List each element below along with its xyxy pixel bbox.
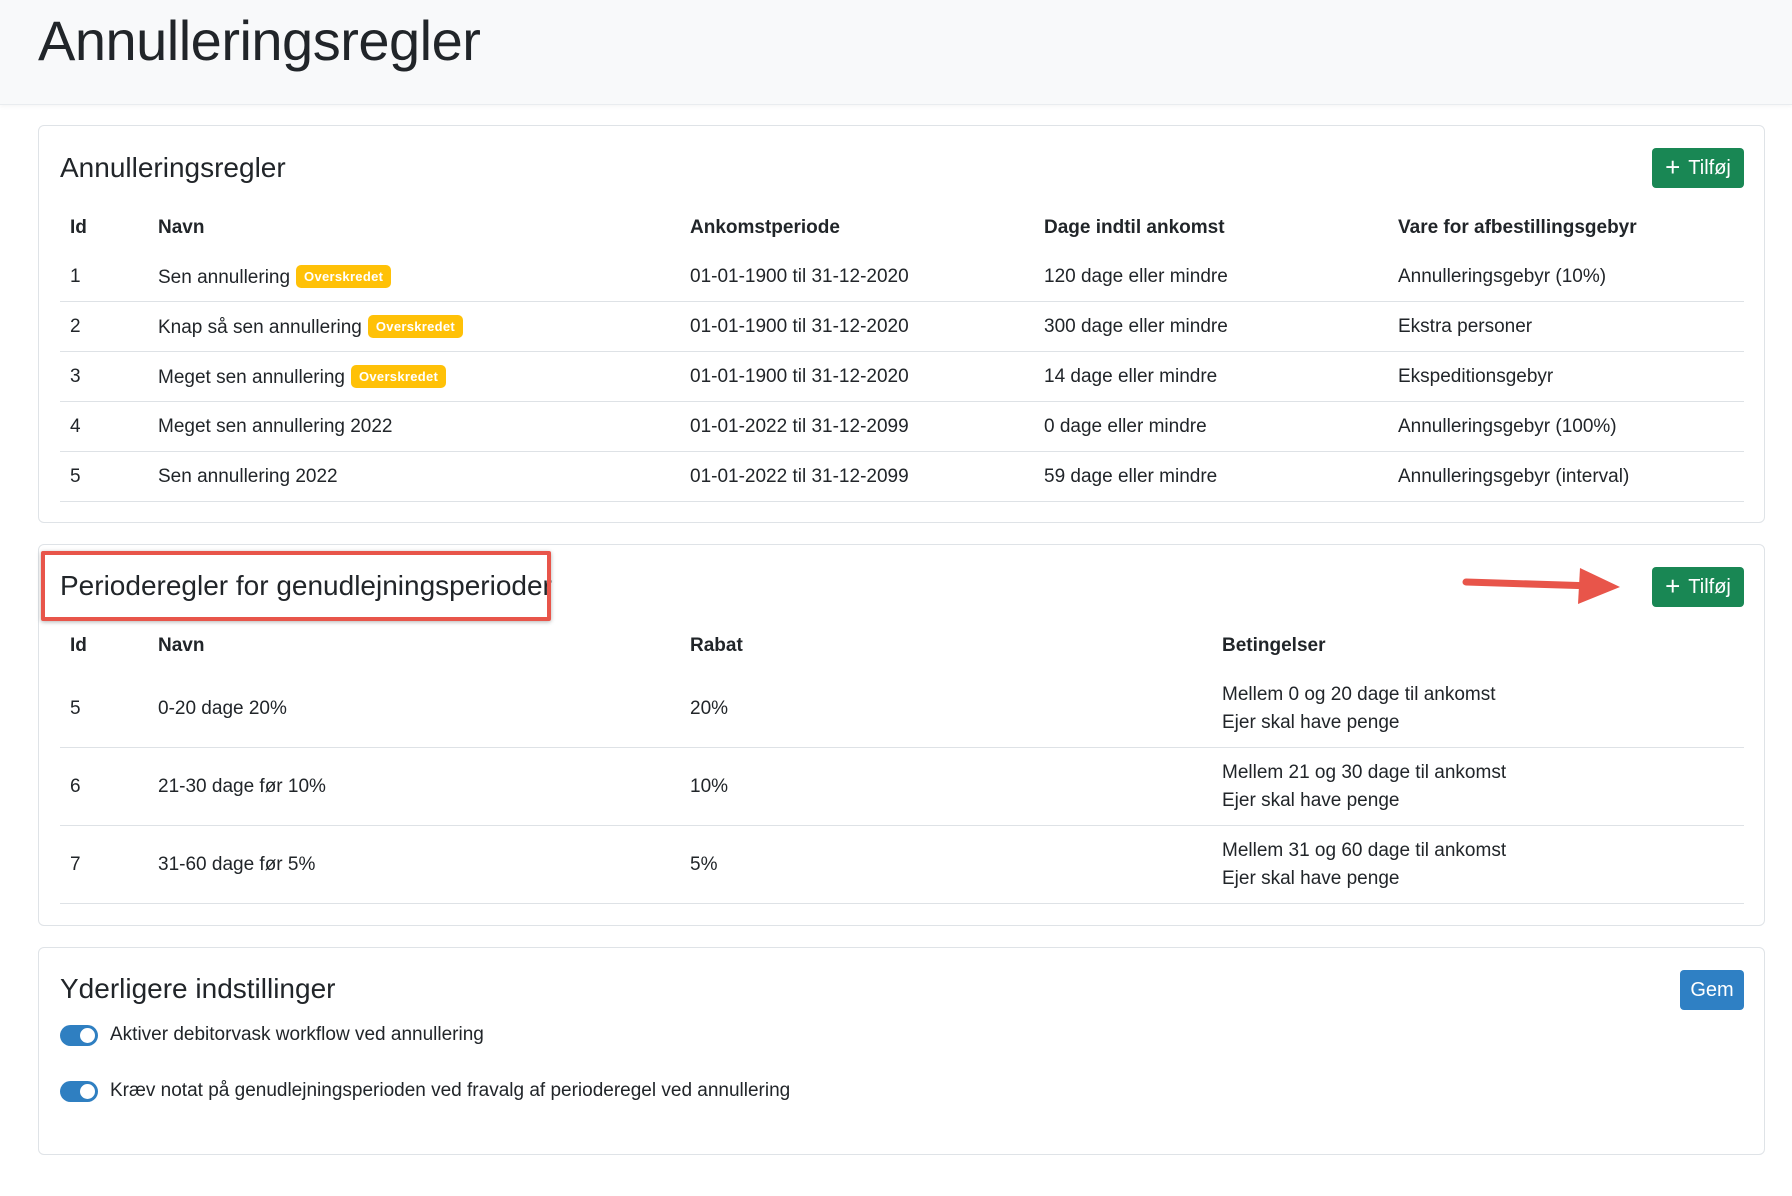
plus-icon: + bbox=[1665, 152, 1681, 182]
plus-icon: + bbox=[1665, 571, 1681, 601]
cell-id: 7 bbox=[60, 825, 148, 904]
cell-period: 01-01-1900 til 31-12-2020 bbox=[680, 252, 1034, 302]
cell-days: 300 dage eller mindre bbox=[1034, 301, 1388, 352]
page-title: Annulleringsregler bbox=[38, 9, 481, 72]
table-header-row: Id Navn Ankomstperiode Dage indtil ankom… bbox=[60, 204, 1744, 252]
add-period-rule-button[interactable]: + Tilføj bbox=[1652, 567, 1744, 607]
col-conditions: Betingelser bbox=[1222, 635, 1326, 656]
cell-name: 31-60 dage før 5% bbox=[148, 825, 680, 904]
table-row[interactable]: 2 Knap så sen annullering Overskredet 01-… bbox=[60, 301, 1744, 352]
table-row[interactable]: 5 Sen annullering 2022 01-01-2022 til 31… bbox=[60, 451, 1744, 502]
cell-id: 5 bbox=[60, 451, 148, 502]
cell-item: Annulleringsgebyr (100%) bbox=[1388, 401, 1744, 452]
condition-line: Ejer skal have penge bbox=[1222, 789, 1400, 811]
cell-id: 4 bbox=[60, 401, 148, 452]
cell-discount: 20% bbox=[680, 670, 1212, 748]
settings-card: Yderligere indstillinger Gem bbox=[38, 947, 1765, 1155]
overdue-badge: Overskredet bbox=[350, 364, 447, 388]
annotation-highlight-box bbox=[41, 551, 551, 621]
col-id: Id bbox=[70, 217, 87, 238]
cell-id: 2 bbox=[60, 301, 148, 352]
table-header-row: Id Navn Rabat Betingelser bbox=[60, 622, 1744, 670]
cell-period: 01-01-2022 til 31-12-2099 bbox=[680, 401, 1034, 452]
cell-id: 5 bbox=[60, 670, 148, 748]
table-row[interactable]: 4 Meget sen annullering 2022 01-01-2022 … bbox=[60, 401, 1744, 452]
cell-item: Annulleringsgebyr (interval) bbox=[1388, 451, 1744, 502]
save-button[interactable]: Gem bbox=[1680, 970, 1744, 1010]
rule-name: Meget sen annullering bbox=[158, 366, 345, 388]
settings-title: Yderligere indstillinger bbox=[60, 973, 336, 1004]
annotation-arrow-icon bbox=[1462, 568, 1620, 604]
period-rules-table: Id Navn Rabat Betingelser 5 0-20 dage 20… bbox=[60, 622, 1744, 904]
add-cancel-rule-button[interactable]: + Tilføj bbox=[1652, 148, 1744, 188]
condition-line: Mellem 31 og 60 dage til ankomst bbox=[1222, 839, 1507, 861]
cell-id: 3 bbox=[60, 351, 148, 402]
table-row[interactable]: 1 Sen annullering Overskredet 01-01-1900 … bbox=[60, 252, 1744, 302]
cell-period: 01-01-2022 til 31-12-2099 bbox=[680, 451, 1034, 502]
cell-name: Sen annullering Overskredet bbox=[148, 252, 680, 302]
cancel-rules-table: Id Navn Ankomstperiode Dage indtil ankom… bbox=[60, 204, 1744, 502]
cell-days: 0 dage eller mindre bbox=[1034, 401, 1388, 452]
condition-line: Mellem 21 og 30 dage til ankomst bbox=[1222, 761, 1507, 783]
rule-name: Sen annullering bbox=[158, 266, 291, 288]
table-row[interactable]: 3 Meget sen annullering Overskredet 01-01… bbox=[60, 351, 1744, 402]
cell-discount: 10% bbox=[680, 747, 1212, 826]
cell-conditions: Mellem 31 og 60 dage til ankomst Ejer sk… bbox=[1212, 825, 1744, 904]
cancel-rules-card: Annulleringsregler + Tilføj Id Navn Anko… bbox=[38, 125, 1765, 523]
cell-days: 14 dage eller mindre bbox=[1034, 351, 1388, 402]
col-name: Navn bbox=[158, 217, 205, 238]
col-days: Dage indtil ankomst bbox=[1044, 217, 1225, 238]
cell-name: 21-30 dage før 10% bbox=[148, 747, 680, 826]
col-name: Navn bbox=[158, 635, 205, 656]
save-label: Gem bbox=[1690, 978, 1734, 1001]
table-row[interactable]: 5 0-20 dage 20% 20% Mellem 0 og 20 dage … bbox=[60, 670, 1744, 748]
page-header: Annulleringsregler bbox=[0, 0, 1792, 105]
col-period: Ankomstperiode bbox=[690, 217, 840, 238]
cell-days: 120 dage eller mindre bbox=[1034, 252, 1388, 302]
cell-id: 6 bbox=[60, 747, 148, 826]
table-row[interactable]: 7 31-60 dage før 5% 5% Mellem 31 og 60 d… bbox=[60, 825, 1744, 904]
add-cancel-rule-label: Tilføj bbox=[1688, 156, 1731, 179]
table-row[interactable]: 6 21-30 dage før 10% 10% Mellem 21 og 30… bbox=[60, 747, 1744, 826]
col-item: Vare for afbestillingsgebyr bbox=[1398, 217, 1637, 238]
col-discount: Rabat bbox=[690, 635, 743, 656]
overdue-badge: Overskredet bbox=[367, 314, 464, 338]
rule-name: Knap så sen annullering bbox=[158, 316, 362, 338]
cell-days: 59 dage eller mindre bbox=[1034, 451, 1388, 502]
cell-item: Ekstra personer bbox=[1388, 301, 1744, 352]
cell-discount: 5% bbox=[680, 825, 1212, 904]
cell-item: Ekspeditionsgebyr bbox=[1388, 351, 1744, 402]
condition-line: Ejer skal have penge bbox=[1222, 867, 1400, 889]
cell-conditions: Mellem 21 og 30 dage til ankomst Ejer sk… bbox=[1212, 747, 1744, 826]
col-id: Id bbox=[70, 635, 87, 656]
cell-period: 01-01-1900 til 31-12-2020 bbox=[680, 351, 1034, 402]
toggle-switch[interactable] bbox=[60, 1024, 98, 1046]
cell-period: 01-01-1900 til 31-12-2020 bbox=[680, 301, 1034, 352]
toggle-debitor-workflow[interactable]: Aktiver debitorvask workflow ved annulle… bbox=[60, 1024, 484, 1046]
cell-id: 1 bbox=[60, 252, 148, 302]
cell-name: Knap så sen annullering Overskredet bbox=[148, 301, 680, 352]
cell-name: Meget sen annullering 2022 bbox=[148, 401, 680, 452]
condition-line: Ejer skal have penge bbox=[1222, 711, 1400, 733]
cell-name: 0-20 dage 20% bbox=[148, 670, 680, 748]
cancel-rules-title: Annulleringsregler bbox=[60, 152, 286, 183]
overdue-badge: Overskredet bbox=[296, 264, 392, 288]
add-period-rule-label: Tilføj bbox=[1688, 575, 1731, 598]
condition-line: Mellem 0 og 20 dage til ankomst bbox=[1222, 683, 1496, 705]
toggle-label: Kræv notat på genudlejningsperioden ved … bbox=[110, 1080, 791, 1101]
cell-name: Sen annullering 2022 bbox=[148, 451, 680, 502]
toggle-require-note[interactable]: Kræv notat på genudlejningsperioden ved … bbox=[60, 1080, 790, 1102]
cell-name: Meget sen annullering Overskredet bbox=[148, 351, 680, 402]
cell-conditions: Mellem 0 og 20 dage til ankomst Ejer ska… bbox=[1212, 670, 1744, 748]
cell-item: Annulleringsgebyr (10%) bbox=[1388, 252, 1744, 302]
toggle-switch[interactable] bbox=[60, 1080, 98, 1102]
toggle-label: Aktiver debitorvask workflow ved annulle… bbox=[110, 1024, 484, 1045]
